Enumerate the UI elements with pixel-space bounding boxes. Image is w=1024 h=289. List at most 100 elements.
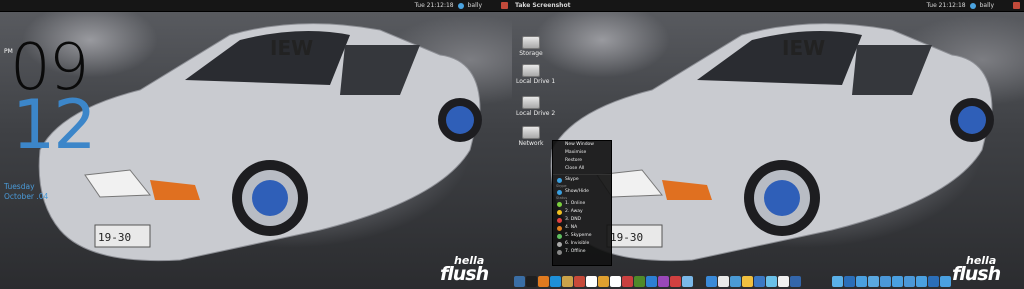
desktop-icon-label: Local Drive 2 [516,110,556,117]
status-icon [557,226,562,231]
svg-text:19-30: 19-30 [610,231,643,244]
logo-line2: flush [440,263,489,285]
menu-item-status[interactable]: 3. DND [553,216,611,224]
desktop-icon-label: Network [518,140,544,147]
status-icon [557,250,562,255]
menu-item-status[interactable]: 4. NA [553,224,611,232]
menu-item-new-window[interactable]: New Window [553,141,611,149]
dock-app-icon[interactable] [646,276,657,287]
menu-item-label: 7. Offline [565,249,586,254]
dock-app-icon[interactable] [928,276,939,287]
dock-app-icon[interactable] [868,276,879,287]
logo-line2: flush [952,263,1001,285]
wallpaper-logo: hella flush [436,254,508,288]
desktop-icon-label: Local Drive 1 [516,78,556,85]
top-panel: Take Screenshot Tue 21:12:18 bally [512,0,1024,12]
dock-app-icon[interactable] [880,276,891,287]
desktop-icon-network[interactable]: Network [516,126,546,147]
network-icon [522,126,540,139]
dock-app-icon[interactable] [766,276,777,287]
svg-text:19-30: 19-30 [98,231,131,244]
dock-app-icon[interactable] [718,276,729,287]
dock-app-icon[interactable] [538,276,549,287]
dock-app-icon[interactable] [844,276,855,287]
menu-item-maximise[interactable]: Maximise [553,149,611,157]
dock-app-icon[interactable] [778,276,789,287]
context-menu: New Window Maximise Restore Close All Sk… [552,140,612,266]
dock-app-icon[interactable] [790,276,801,287]
panel-title[interactable]: Take Screenshot [515,0,570,11]
menu-item-close-all[interactable]: Close All [553,165,611,173]
dock-app-icon[interactable] [622,276,633,287]
dock-app-icon[interactable] [514,276,525,287]
menu-item-status[interactable]: 1. Online [553,200,611,208]
dock-app-icon[interactable] [670,276,681,287]
wallpaper-logo: hella flush [948,254,1020,288]
drive-icon [522,64,540,77]
menu-item-label: 4. NA [565,225,578,230]
dock-app-icon[interactable] [916,276,927,287]
dock-app-icon[interactable] [892,276,903,287]
status-icon [557,202,562,207]
menu-item-status[interactable]: 2. Away [553,208,611,216]
dock-app-icon[interactable] [562,276,573,287]
status-icon [557,210,562,215]
dock-app-icon[interactable] [730,276,741,287]
dock-app-icon[interactable] [610,276,621,287]
dock-app-icon[interactable] [694,276,705,287]
dock-app-icon[interactable] [634,276,645,287]
dock-app-icon[interactable] [742,276,753,287]
dock-app-icon[interactable] [832,276,843,287]
user-icon [969,2,976,9]
drive-icon [522,36,540,49]
menu-item-status[interactable]: 5. Skypeme [553,232,611,240]
dock-app-icon[interactable] [904,276,915,287]
menu-item-label: 1. Online [565,201,586,206]
status-list: 1. Online 2. Away 3. DND 4. NA 5. Skypeme 6. … [553,200,611,256]
desktop-icon-local-drive-1[interactable]: Local Drive 1 [516,64,556,85]
panel-clock[interactable]: Tue 21:12:18 [415,0,454,11]
desktop-icon-local-drive-2[interactable]: Local Drive 2 [516,96,556,117]
dock-app-icon[interactable] [586,276,597,287]
dock-app-icon[interactable] [682,276,693,287]
menu-item-show-hide[interactable]: Show/Hide [553,188,611,196]
dock-app-icon[interactable] [658,276,669,287]
menu-item-label: Skype [565,177,579,182]
menu-item-label: 6. Invisible [565,241,590,246]
status-icon [557,234,562,239]
menu-item-status[interactable]: 6. Invisible [553,240,611,248]
left-screen: 19-30 IEW Tue 21:12:18 bally PM 09 12 Tu… [0,0,512,289]
menu-item-label: 3. DND [565,217,582,222]
menu-item-label: 5. Skypeme [565,233,592,238]
close-icon[interactable] [501,2,508,9]
drive-icon [522,96,540,109]
dock-app-icon[interactable] [940,276,951,287]
status-icon [557,242,562,247]
menu-item-app[interactable]: Skype [553,176,611,184]
close-icon[interactable] [1013,2,1020,9]
skype-icon [557,190,562,195]
panel-right: Tue 21:12:18 bally [927,0,994,11]
dock [514,275,801,289]
dock-app-icon[interactable] [856,276,867,287]
svg-text:IEW: IEW [782,36,825,60]
menu-item-restore[interactable]: Restore [553,157,611,165]
panel-user[interactable]: bally [980,0,994,11]
menu-item-status[interactable]: 7. Offline [553,248,611,256]
dock-app-icon[interactable] [598,276,609,287]
clock-day: Tuesday [4,182,35,191]
clock-date: October .04 [4,192,49,201]
dock-app-icon[interactable] [550,276,561,287]
top-panel: Tue 21:12:18 bally [0,0,512,12]
dock-app-icon[interactable] [574,276,585,287]
status-icon [557,218,562,223]
dock-app-icon[interactable] [526,276,537,287]
dock-app-icon[interactable] [754,276,765,287]
panel-right: Tue 21:12:18 bally [415,0,482,11]
skype-icon [557,178,562,183]
desktop-icon-storage[interactable]: Storage [516,36,546,57]
panel-clock[interactable]: Tue 21:12:18 [927,0,966,11]
panel-user[interactable]: bally [468,0,482,11]
right-screen: 19-30 IEW Take Screenshot Tue 21:12:18 b… [512,0,1024,289]
dock-app-icon[interactable] [706,276,717,287]
